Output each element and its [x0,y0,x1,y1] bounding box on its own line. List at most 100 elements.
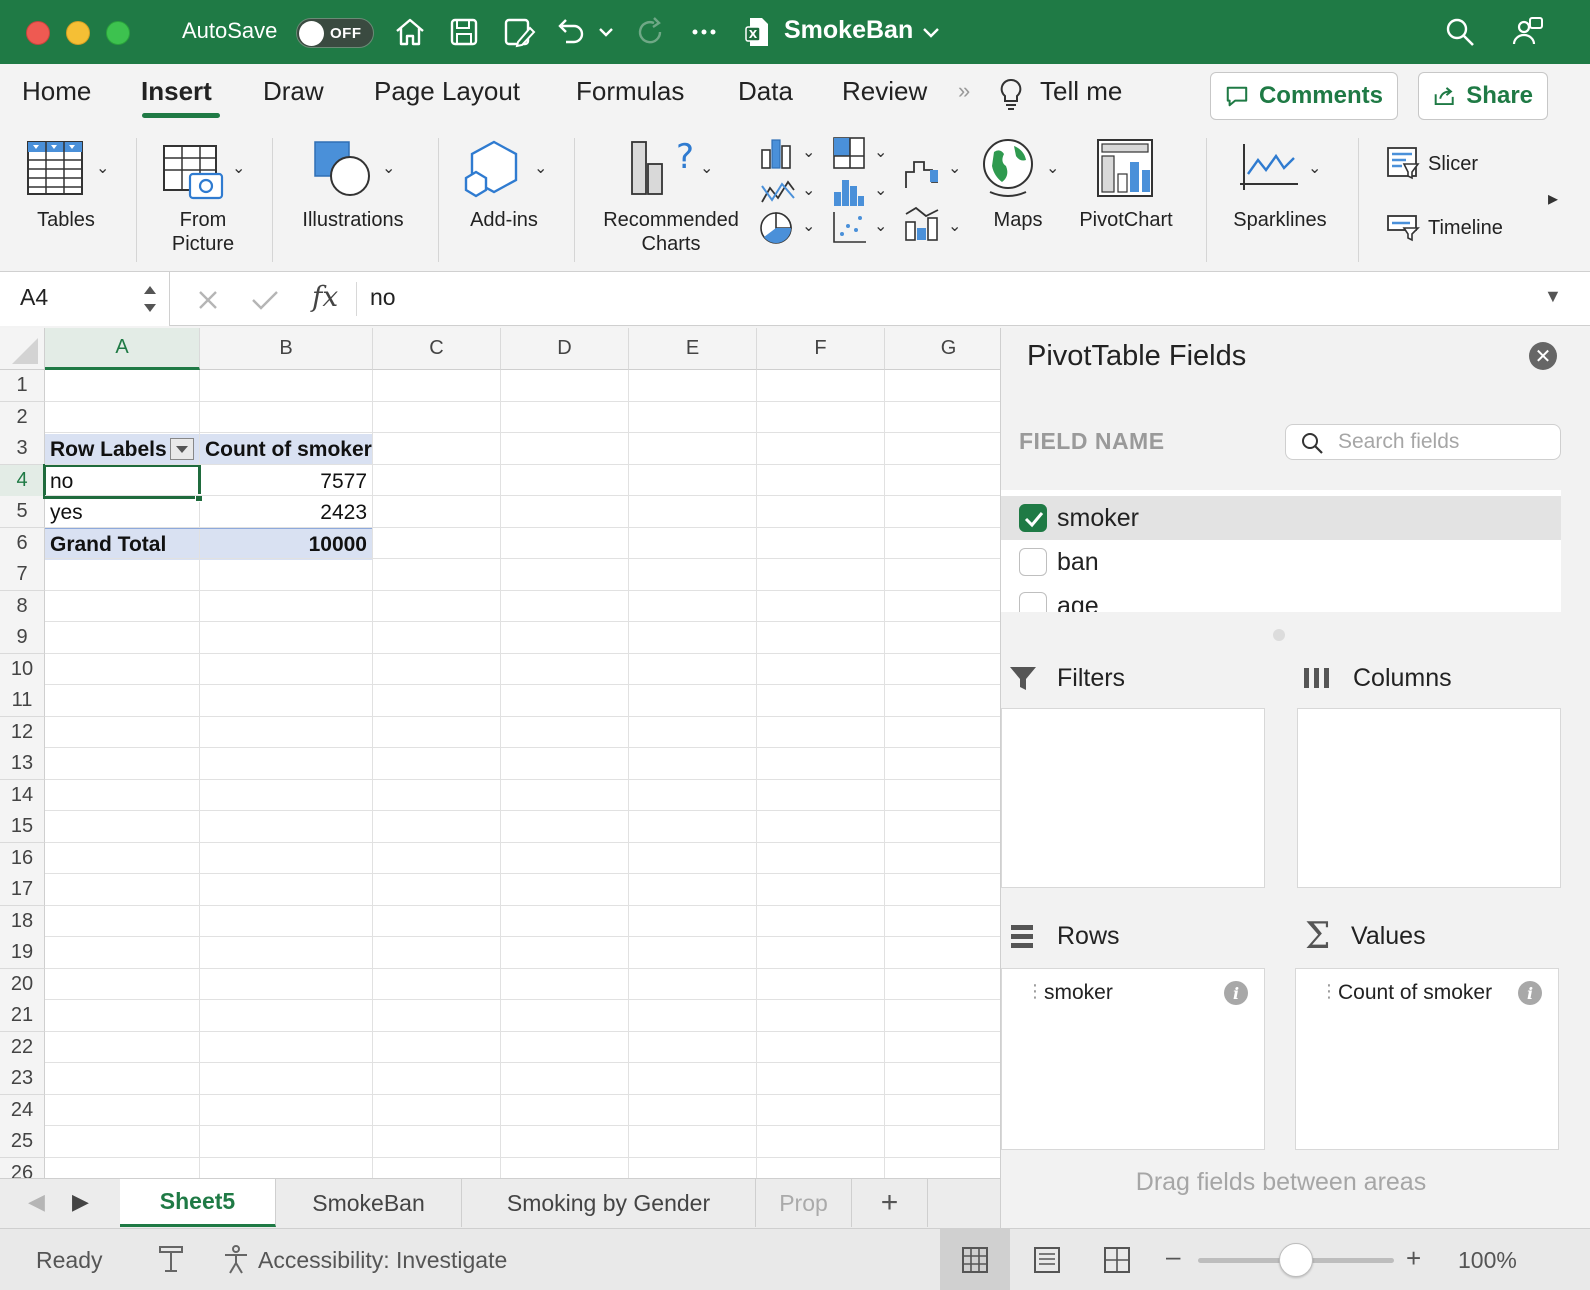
illustrations-dropdown-chevron-icon[interactable]: ⌄ [382,158,395,178]
select-all-corner[interactable] [0,328,45,370]
account-icon[interactable] [1510,14,1546,50]
confirm-entry-icon[interactable] [250,288,280,312]
scatter-chart-icon[interactable] [830,210,870,251]
scatter-chart-dropdown-chevron-icon[interactable]: ⌄ [874,216,887,236]
add-sheet-button[interactable]: + [852,1179,928,1227]
slicer-icon[interactable] [1386,146,1420,185]
name-box-stepper-icon[interactable] [142,280,158,318]
row-header-24[interactable]: 24 [0,1095,45,1127]
home-icon[interactable] [392,14,428,50]
row-header-17[interactable]: 17 [0,874,45,906]
waterfall-chart-icon[interactable] [902,152,942,197]
maps-dropdown-chevron-icon[interactable]: ⌄ [1046,158,1059,178]
tab-formulas[interactable]: Formulas [576,76,684,107]
expand-formula-bar-icon[interactable]: ▼ [1544,286,1562,307]
row-header-21[interactable]: 21 [0,1000,45,1032]
column-header-e[interactable]: E [629,328,757,370]
line-chart-dropdown-chevron-icon[interactable]: ⌄ [802,180,815,200]
pie-chart-dropdown-chevron-icon[interactable]: ⌄ [802,216,815,236]
row-header-3[interactable]: 3 [0,433,45,465]
from-picture-icon[interactable] [162,142,226,207]
sheet-tab-smoking-by-gender[interactable]: Smoking by Gender [462,1179,756,1227]
save-as-icon[interactable] [500,14,536,50]
sparklines-icon[interactable] [1238,140,1302,201]
autosave-toggle[interactable]: OFF [296,18,374,48]
drag-grip-icon[interactable]: ⋮ [1320,981,1338,1002]
pivot-row-value[interactable]: 2423 [200,497,372,528]
hierarchy-chart-icon[interactable] [830,136,870,177]
undo-icon[interactable] [552,14,588,50]
column-header-a[interactable]: A [45,328,200,370]
document-title[interactable]: SmokeBan [784,16,913,45]
row-header-12[interactable]: 12 [0,717,45,749]
field-checkbox[interactable] [1019,548,1047,576]
normal-view-button[interactable] [940,1229,1010,1290]
document-menu-chevron-icon[interactable] [920,14,942,50]
tab-home[interactable]: Home [22,76,91,107]
tab-data[interactable]: Data [738,76,793,107]
tables-dropdown-chevron-icon[interactable]: ⌄ [96,158,109,178]
row-header-8[interactable]: 8 [0,591,45,623]
column-chart-dropdown-chevron-icon[interactable]: ⌄ [802,142,815,162]
zoom-out-button[interactable]: – [1166,1241,1180,1272]
columns-drop-area[interactable] [1297,708,1561,888]
share-button[interactable]: Share [1418,72,1548,120]
pie-chart-icon[interactable] [758,210,798,251]
sheet-tab-prop[interactable]: Prop [756,1179,852,1227]
sheet-tab-sheet5[interactable]: Sheet5 [120,1179,276,1227]
tab-insert[interactable]: Insert [141,76,212,107]
search-fields-input[interactable]: Search fields [1285,424,1561,460]
row-header-16[interactable]: 16 [0,843,45,875]
row-header-9[interactable]: 9 [0,622,45,654]
redo-icon[interactable] [632,14,668,50]
search-icon[interactable] [1442,14,1478,50]
drag-grip-icon[interactable]: ⋮ [1026,981,1044,1002]
column-header-c[interactable]: C [373,328,501,370]
row-header-4[interactable]: 4 [0,465,45,497]
pivot-grand-total-value[interactable]: 10000 [200,529,372,560]
pivot-grand-total-label[interactable]: Grand Total [45,529,199,560]
undo-dropdown-chevron-icon[interactable] [596,14,616,50]
values-drop-area[interactable]: ⋮ Count of smoker i [1295,968,1559,1150]
statistic-chart-dropdown-chevron-icon[interactable]: ⌄ [874,180,887,200]
zoom-slider-thumb[interactable] [1279,1243,1313,1277]
row-header-18[interactable]: 18 [0,906,45,938]
pivotchart-icon[interactable] [1094,138,1160,205]
pane-splitter-handle[interactable] [1273,629,1285,641]
formula-input[interactable]: no [370,284,396,311]
field-checkbox[interactable] [1019,592,1047,612]
zoom-window-button[interactable] [106,21,130,45]
row-header-25[interactable]: 25 [0,1126,45,1158]
field-item-age[interactable]: age [1001,584,1561,612]
pivot-row-value[interactable]: 7577 [200,466,372,497]
more-options-icon[interactable] [686,14,722,50]
illustrations-icon[interactable] [312,140,372,205]
info-icon[interactable]: i [1518,981,1542,1005]
pivot-header-count[interactable]: Count of smoker [200,434,372,465]
row-labels-filter-dropdown-icon[interactable] [170,438,194,460]
info-icon[interactable]: i [1224,981,1248,1005]
cancel-entry-icon[interactable] [196,288,220,312]
field-item-smoker[interactable]: smoker [1001,496,1561,540]
waterfall-chart-dropdown-chevron-icon[interactable]: ⌄ [948,158,961,178]
insert-function-icon[interactable]: fx [312,280,338,313]
tab-review[interactable]: Review [842,76,927,107]
scroll-sheets-left-icon[interactable]: ◀ [28,1189,45,1215]
tab-page-layout[interactable]: Page Layout [374,76,520,107]
column-header-g[interactable]: G [885,328,1000,370]
column-header-f[interactable]: F [757,328,885,370]
maps-globe-icon[interactable] [980,136,1040,205]
column-chart-icon[interactable] [758,136,798,177]
row-header-6[interactable]: 6 [0,528,45,560]
sparklines-dropdown-chevron-icon[interactable]: ⌄ [1308,158,1321,178]
save-icon[interactable] [446,14,482,50]
row-header-2[interactable]: 2 [0,402,45,434]
rows-drop-area[interactable]: ⋮ smoker i [1001,968,1265,1150]
values-field-chip[interactable]: Count of smoker [1338,981,1492,1005]
tables-icon[interactable] [26,140,86,203]
pivot-row-label[interactable]: yes [45,497,199,528]
worksheet-grid[interactable]: A B C D E F G 1 2 3 4 5 6 7 8 9 10 11 12 13 14 15 16 17 1… [0,328,1000,1178]
zoom-in-button[interactable]: + [1406,1243,1421,1274]
hierarchy-chart-dropdown-chevron-icon[interactable]: ⌄ [874,142,887,162]
ribbon-scroll-right-icon[interactable]: ▸ [1548,186,1558,211]
